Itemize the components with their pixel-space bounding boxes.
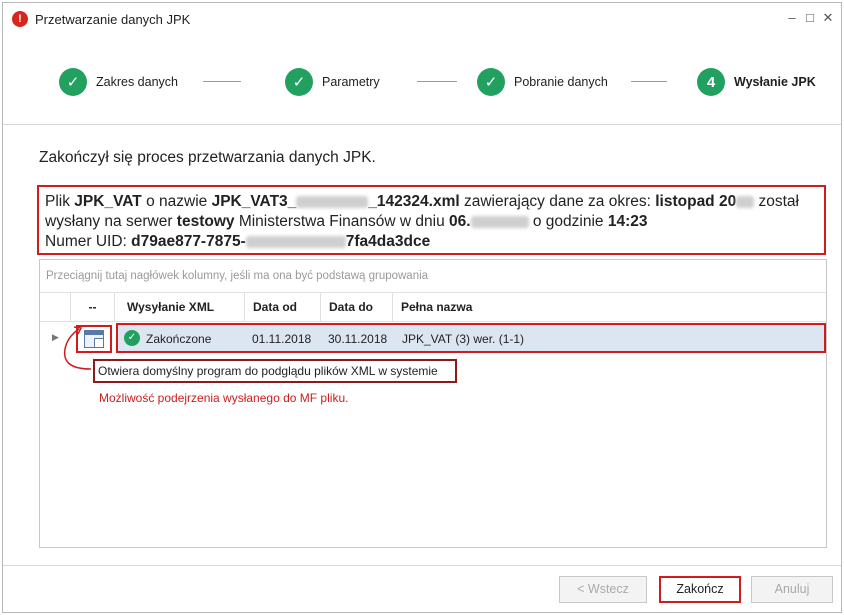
title-bar: ! Przetwarzanie danych JPK – □ ✕ <box>3 3 841 35</box>
column-header[interactable]: -- <box>70 293 114 321</box>
step-parametry: ✓ Parametry <box>285 67 380 97</box>
column-header[interactable]: Data do <box>320 293 392 321</box>
info-text: zawierający dane za okres: <box>459 193 656 210</box>
step-label: Parametry <box>322 75 380 89</box>
completion-message: Zakończył się proces przetwarzania danyc… <box>39 149 376 166</box>
grid-header: -- Wysyłanie XML Data od Data do Pełna n… <box>40 292 826 322</box>
period: listopad 20 <box>655 193 737 210</box>
check-icon: ✓ <box>59 68 87 96</box>
finish-button[interactable]: Zakończ <box>659 576 741 603</box>
uid-label: Numer UID: <box>45 233 132 250</box>
column-header[interactable]: Wysyłanie XML <box>114 293 244 321</box>
info-text: o godzinie <box>528 213 608 230</box>
file-kind: JPK_VAT <box>74 193 142 210</box>
step-number-badge: 4 <box>697 68 725 96</box>
status-check-icon: ✓ <box>124 330 140 346</box>
full-name-cell: JPK_VAT (3) wer. (1-1) <box>402 332 525 346</box>
uid-start: d79ae877-7875- <box>131 233 246 250</box>
info-line-2: wysłany na serwer testowy Ministerstwa F… <box>45 212 818 232</box>
date-from-cell: 01.11.2018 <box>252 332 312 346</box>
annotation-arrow <box>63 326 92 370</box>
redacted-text <box>245 235 346 248</box>
redacted-text <box>736 195 755 208</box>
column-header[interactable]: Data od <box>244 293 320 321</box>
close-button[interactable]: ✕ <box>819 9 837 27</box>
step-wyslanie-jpk: 4 Wysłanie JPK <box>697 67 816 97</box>
info-text: o nazwie <box>141 193 212 210</box>
column-header[interactable]: Pełna nazwa <box>392 293 826 321</box>
dialog-window: ! Przetwarzanie danych JPK – □ ✕ ✓ Zakre… <box>2 2 842 613</box>
redacted-text <box>296 195 369 208</box>
status-cell: Zakończone <box>146 332 212 346</box>
wizard-steps: ✓ Zakres danych ✓ Parametry ✓ Pobranie d… <box>3 35 841 125</box>
info-line-3: Numer UID: d79ae877-7875- 7fa4da3dce <box>45 232 818 252</box>
step-label: Zakres danych <box>96 75 178 89</box>
date-to-cell: 30.11.2018 <box>328 332 388 346</box>
step-label: Pobranie danych <box>514 75 608 89</box>
step-divider <box>203 81 241 82</box>
step-pobranie-danych: ✓ Pobranie danych <box>477 67 608 97</box>
step-zakres-danych: ✓ Zakres danych <box>59 67 178 97</box>
minimize-button[interactable]: – <box>783 9 801 27</box>
send-info-box: Plik JPK_VAT o nazwie JPK_VAT3_ _142324.x… <box>37 185 826 255</box>
app-logo-icon: ! <box>12 11 28 27</box>
check-icon: ✓ <box>477 68 505 96</box>
send-date: 06. <box>449 213 471 230</box>
info-text: Plik <box>45 193 75 210</box>
dialog-footer: < Wstecz Zakończ Anuluj <box>3 565 841 612</box>
step-label: Wysłanie JPK <box>734 75 816 89</box>
back-button[interactable]: < Wstecz <box>559 576 647 603</box>
info-text: został <box>754 193 800 210</box>
xml-button-tooltip: Otwiera domyślny program do podglądu pli… <box>93 359 457 383</box>
info-text: wysłany na serwer <box>45 213 177 230</box>
redacted-text <box>470 215 529 228</box>
window-title: Przetwarzanie danych JPK <box>35 12 191 27</box>
file-name-end: _142324.xml <box>368 193 460 210</box>
file-name-start: JPK_VAT3_ <box>211 193 297 210</box>
table-row[interactable]: ▶ ✓ Zakończone 01.11.2018 30.11.2018 JPK… <box>40 323 826 355</box>
annotation-note: Możliwość podejrzenia wysłanego do MF pl… <box>99 391 349 405</box>
step-divider <box>417 81 457 82</box>
group-by-hint[interactable]: Przeciągnij tutaj nagłówek kolumny, jeśl… <box>46 270 428 282</box>
maximize-button[interactable]: □ <box>801 9 819 27</box>
send-time: 14:23 <box>607 213 648 230</box>
info-line-1: Plik JPK_VAT o nazwie JPK_VAT3_ _142324.x… <box>45 192 818 212</box>
cancel-button[interactable]: Anuluj <box>751 576 833 603</box>
check-icon: ✓ <box>285 68 313 96</box>
step-divider <box>631 81 667 82</box>
uid-end: 7fa4da3dce <box>345 233 431 250</box>
server-name: testowy <box>176 213 235 230</box>
info-text: Ministerstwa Finansów w dniu <box>234 213 450 230</box>
